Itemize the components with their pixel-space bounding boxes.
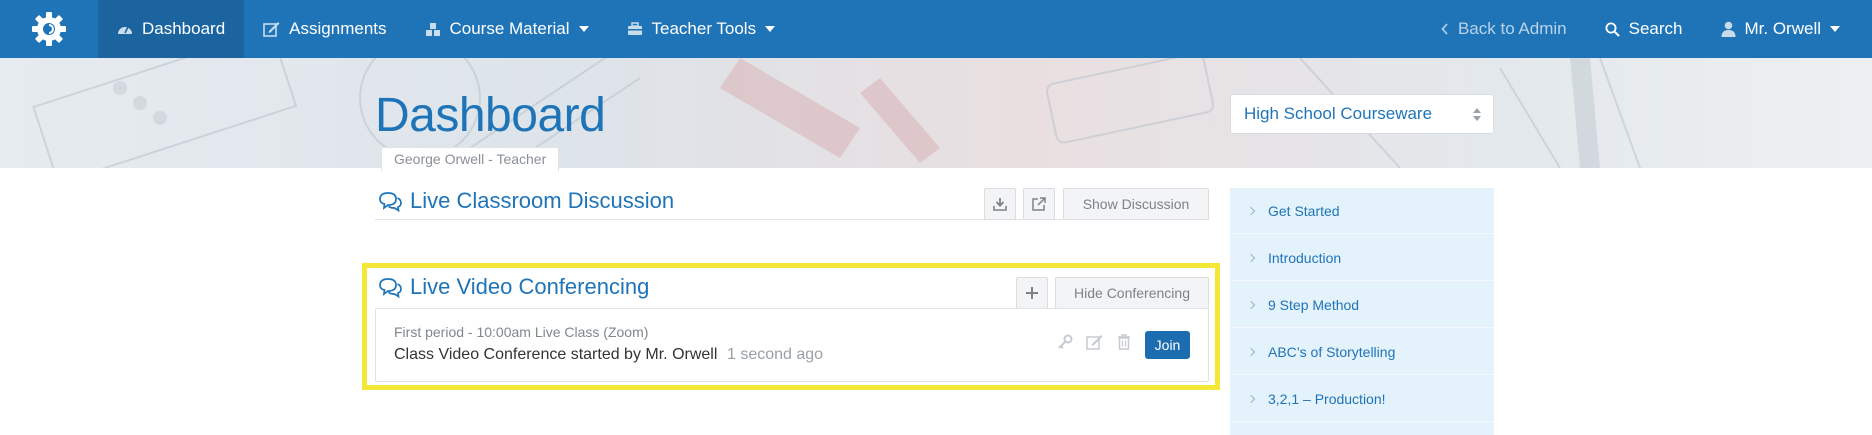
- chevron-down-icon: [578, 26, 589, 32]
- chevron-right-icon: [1246, 394, 1256, 403]
- conferencing-title: Live Video Conferencing: [378, 274, 649, 300]
- conference-meta: First period - 10:00am Live Class (Zoom): [394, 324, 649, 340]
- user-icon: [1721, 21, 1735, 37]
- discussion-title-text: Live Classroom Discussion: [410, 188, 675, 213]
- conference-description: Class Video Conference started by Mr. Or…: [394, 346, 718, 363]
- trash-icon[interactable]: [1117, 334, 1131, 355]
- nav-assignments[interactable]: Assignments: [244, 0, 405, 58]
- toolbox-icon: [627, 22, 642, 35]
- chevron-left-icon: [1441, 23, 1448, 35]
- banner-background-illustration: [32, 58, 1641, 168]
- conferencing-title-text: Live Video Conferencing: [410, 274, 650, 299]
- sidebar-item-get-started[interactable]: Get Started: [1230, 188, 1494, 234]
- nav-dashboard-label: Dashboard: [142, 19, 226, 38]
- conference-timestamp: 1 second ago: [727, 346, 824, 363]
- nav-course-material[interactable]: Course Material: [406, 0, 608, 58]
- chevron-right-icon: [1246, 347, 1256, 356]
- add-conference-button[interactable]: [1016, 277, 1048, 309]
- search-icon: [1605, 22, 1620, 37]
- gear-logo-icon[interactable]: [0, 0, 98, 58]
- sidebar-item-label: 9 Step Method: [1268, 296, 1360, 313]
- cubes-icon: [425, 22, 440, 36]
- nav-search[interactable]: Search: [1586, 0, 1702, 58]
- nav-course-material-label: Course Material: [449, 19, 570, 38]
- nav-back-to-admin-label: Back to Admin: [1457, 19, 1567, 38]
- chevron-down-icon: [1830, 26, 1840, 32]
- header-banner: [0, 58, 1872, 168]
- sidebar-item-production[interactable]: 3,2,1 – Production!: [1230, 376, 1494, 422]
- teacher-name-tab: George Orwell - Teacher: [381, 147, 560, 171]
- nav-teacher-tools-label: Teacher Tools: [651, 19, 757, 38]
- chevron-down-icon: [765, 26, 776, 32]
- open-external-button[interactable]: [1023, 188, 1055, 220]
- sidebar-item-label: 3,2,1 – Production!: [1268, 390, 1386, 407]
- dashboard-gauge-icon: [118, 26, 132, 34]
- nav-teacher-tools[interactable]: Teacher Tools: [608, 0, 795, 58]
- join-button[interactable]: Join: [1145, 331, 1190, 359]
- select-arrows-icon: [1473, 108, 1481, 122]
- nav-dashboard[interactable]: Dashboard: [98, 0, 245, 58]
- conference-item: [375, 308, 1209, 382]
- key-icon[interactable]: [1057, 334, 1073, 355]
- sidebar-item-label: ABC’s of Storytelling: [1268, 343, 1396, 360]
- sidebar-item-abcs-of-storytelling[interactable]: ABC’s of Storytelling: [1230, 329, 1494, 375]
- edit-icon: [263, 22, 280, 37]
- course-sidebar: Get Started Introduction 9 Step Method A…: [1230, 188, 1494, 435]
- download-icon: [993, 198, 1007, 211]
- plus-icon: [1026, 287, 1038, 299]
- nav-assignments-label: Assignments: [289, 19, 387, 38]
- page-title: Dashboard: [375, 89, 606, 142]
- nav-back-to-admin[interactable]: Back to Admin: [1422, 0, 1586, 58]
- hide-conferencing-button[interactable]: Hide Conferencing: [1055, 277, 1209, 309]
- discussion-title: Live Classroom Discussion: [378, 188, 674, 214]
- sidebar-item-label: Introduction: [1268, 249, 1342, 266]
- chevron-right-icon: [1246, 206, 1256, 215]
- nav-search-label: Search: [1628, 19, 1683, 38]
- comments-icon: [379, 277, 402, 298]
- comments-icon: [379, 191, 402, 212]
- course-select-value: High School Courseware: [1244, 104, 1433, 123]
- course-select[interactable]: High School Courseware: [1230, 94, 1494, 134]
- sidebar-item-introduction[interactable]: Introduction: [1230, 235, 1494, 281]
- external-link-icon: [1032, 197, 1046, 211]
- nav-user-menu[interactable]: Mr. Orwell: [1702, 0, 1872, 58]
- show-discussion-button[interactable]: Show Discussion: [1063, 188, 1209, 220]
- download-button[interactable]: [984, 188, 1016, 220]
- edit-icon[interactable]: [1086, 334, 1103, 355]
- chevron-right-icon: [1246, 253, 1256, 262]
- top-navbar: Dashboard Assignments Course Material Te…: [0, 0, 1872, 58]
- sidebar-item-9-step-method[interactable]: 9 Step Method: [1230, 282, 1494, 328]
- sidebar-item-label: Get Started: [1268, 202, 1340, 219]
- nav-user-label: Mr. Orwell: [1744, 19, 1822, 38]
- chevron-right-icon: [1246, 300, 1256, 309]
